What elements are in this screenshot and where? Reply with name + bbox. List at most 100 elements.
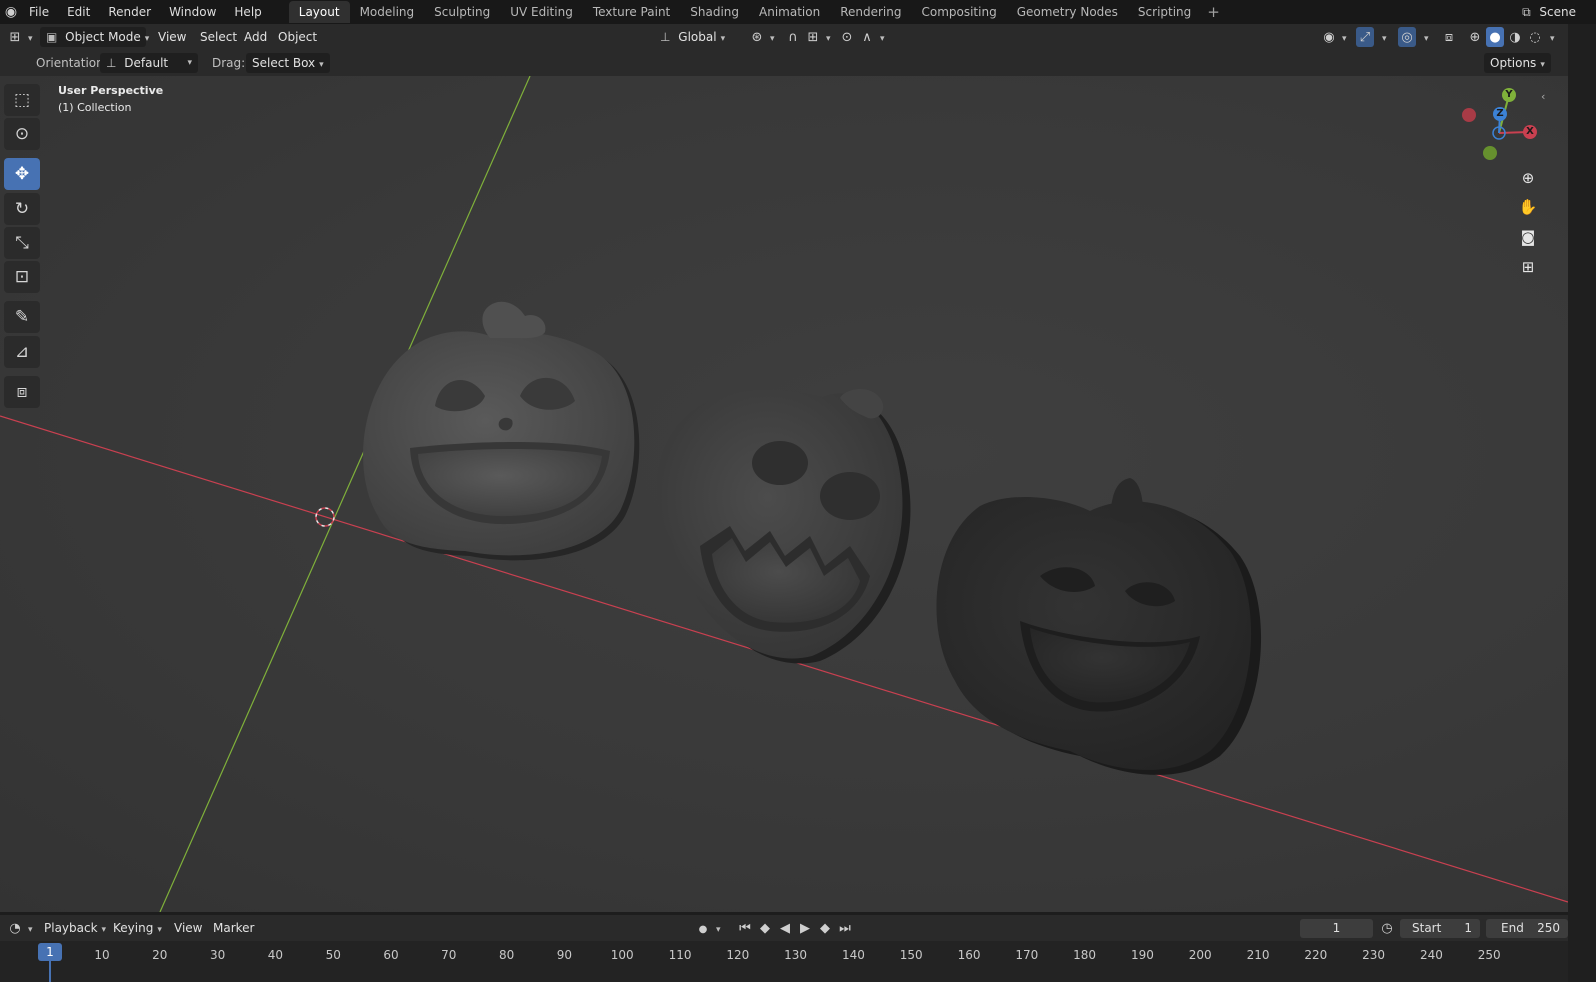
- tab-animation[interactable]: Animation: [749, 1, 830, 23]
- zoom-icon[interactable]: ⊕: [1515, 165, 1541, 191]
- menu-file[interactable]: File: [20, 0, 58, 24]
- ruler-tick-label: 130: [784, 948, 808, 962]
- menu-select[interactable]: Select: [200, 27, 237, 47]
- drag-dropdown[interactable]: Select Box ▾: [246, 53, 330, 73]
- pumpkin-3[interactable]: [936, 478, 1262, 775]
- pan-hand-icon[interactable]: ✋: [1515, 194, 1541, 220]
- gizmo-y-label[interactable]: Y: [1502, 88, 1516, 102]
- record-button[interactable]: ● ▾: [694, 918, 721, 938]
- play-button[interactable]: ▶: [796, 918, 814, 938]
- menu-object[interactable]: Object: [278, 27, 317, 47]
- ruler-tick-label: 150: [899, 948, 923, 962]
- menu-help[interactable]: Help: [225, 0, 270, 24]
- annotate-icon[interactable]: ✎: [4, 301, 40, 333]
- snap-toggle[interactable]: ∩: [784, 27, 802, 47]
- grid-view-icon[interactable]: ⊞: [1515, 254, 1541, 280]
- blender-logo-icon[interactable]: ◉: [2, 3, 20, 21]
- select-box-icon[interactable]: ⬚: [4, 84, 40, 116]
- tab-sculpting[interactable]: Sculpting: [424, 1, 500, 23]
- transform-orientation-dropdown[interactable]: ⊥ Global ▾: [660, 27, 725, 47]
- tab-compositing[interactable]: Compositing: [911, 1, 1006, 23]
- pivot-point-dropdown[interactable]: ⊛ ▾: [748, 27, 775, 47]
- scale-icon[interactable]: ⤡: [4, 227, 40, 259]
- scene-name[interactable]: Scene: [1535, 0, 1596, 24]
- add-workspace-button[interactable]: +: [1201, 3, 1226, 21]
- next-keyframe-button[interactable]: ◆: [816, 918, 834, 938]
- orientation-dropdown[interactable]: ⊥ Default ▾: [100, 53, 198, 73]
- navigation-gizmo[interactable]: [1462, 94, 1531, 160]
- pumpkin-2[interactable]: [657, 388, 911, 664]
- gizmo-x-label[interactable]: X: [1523, 125, 1537, 139]
- menu-edit[interactable]: Edit: [58, 0, 99, 24]
- end-frame-field[interactable]: End 250: [1486, 919, 1568, 938]
- shading-rendered[interactable]: ◌: [1526, 27, 1544, 47]
- menu-timeline-view[interactable]: View: [174, 918, 202, 938]
- chevron-down-icon: ▾: [770, 34, 775, 44]
- tab-rendering[interactable]: Rendering: [830, 1, 911, 23]
- tab-uv-editing[interactable]: UV Editing: [500, 1, 583, 23]
- object-mode-icon: ▣: [46, 30, 58, 44]
- scene-selector-icon[interactable]: ⧉: [1517, 3, 1535, 21]
- gizmo-dropdown[interactable]: ▾: [1378, 27, 1387, 47]
- menu-marker[interactable]: Marker: [213, 918, 254, 938]
- shading-material[interactable]: ◑: [1506, 27, 1524, 47]
- shading-solid[interactable]: ●: [1486, 27, 1504, 47]
- snap-increment-icon: ⊞: [807, 30, 819, 45]
- tab-modeling[interactable]: Modeling: [350, 1, 425, 23]
- playhead[interactable]: 1: [38, 943, 62, 961]
- mode-dropdown[interactable]: ▣ Object Mode ▾: [40, 27, 149, 47]
- xray-toggle[interactable]: ⧈: [1440, 27, 1458, 47]
- camera-icon[interactable]: ◙: [1515, 224, 1541, 250]
- play-reverse-button[interactable]: ◀: [776, 918, 794, 938]
- chevron-down-icon: ▾: [826, 34, 831, 44]
- pumpkin-1[interactable]: [363, 301, 640, 561]
- menu-add[interactable]: Add: [244, 27, 267, 47]
- cursor-icon[interactable]: ⊙: [4, 118, 40, 150]
- transform-icon[interactable]: ⊡: [4, 261, 40, 293]
- menu-window[interactable]: Window: [160, 0, 225, 24]
- gizmo-z-label[interactable]: Z: [1493, 107, 1507, 121]
- ruler-tick-label: 10: [94, 948, 110, 962]
- proportional-edit-icon: ⊙: [841, 30, 853, 45]
- current-frame-field[interactable]: 1: [1300, 919, 1373, 938]
- tab-layout[interactable]: Layout: [288, 1, 350, 23]
- tab-geometry-nodes[interactable]: Geometry Nodes: [1007, 1, 1128, 23]
- shading-wireframe[interactable]: ⊕: [1466, 27, 1484, 47]
- options-dropdown[interactable]: Options ▾: [1484, 53, 1551, 73]
- chevron-down-icon: ▾: [157, 925, 162, 935]
- overlays-toggle[interactable]: ◎: [1398, 27, 1416, 47]
- rotate-icon[interactable]: ↻: [4, 193, 40, 225]
- chevron-down-icon: ▾: [187, 58, 192, 68]
- stopwatch-icon[interactable]: ◷: [1378, 918, 1396, 938]
- gizmos-toggle[interactable]: ⤢: [1356, 27, 1374, 47]
- play-icon: ▶: [800, 921, 810, 936]
- snap-target-dropdown[interactable]: ⊞ ▾: [804, 27, 831, 47]
- jump-start-button[interactable]: ⏮: [736, 918, 754, 938]
- measure-icon[interactable]: ⊿: [4, 336, 40, 368]
- timeline-ruler[interactable]: 1 10 20 30 40 50 60 70 80 90 100 110 120 130 140 150 16…: [0, 941, 1568, 982]
- timeline-editor-type[interactable]: ◔ ▾: [6, 918, 32, 938]
- menu-keying[interactable]: Keying ▾: [113, 918, 162, 938]
- 3d-viewport[interactable]: User Perspective (1) Collection Y Z X ⊕ …: [0, 76, 1568, 912]
- sidebar-toggle-icon[interactable]: ‹: [1541, 90, 1545, 103]
- overlays-dropdown[interactable]: ▾: [1420, 27, 1429, 47]
- tab-texture-paint[interactable]: Texture Paint: [583, 1, 680, 23]
- menu-view[interactable]: View: [158, 27, 186, 47]
- tab-scripting[interactable]: Scripting: [1128, 1, 1201, 23]
- prev-keyframe-button[interactable]: ◆: [756, 918, 774, 938]
- menu-playback[interactable]: Playback ▾: [44, 918, 106, 938]
- shading-dropdown[interactable]: ▾: [1546, 27, 1555, 47]
- editor-type-button[interactable]: ⊞ ▾: [6, 27, 33, 47]
- chevron-down-icon: ▾: [1424, 34, 1429, 44]
- proportional-edit-toggle[interactable]: ⊙: [838, 27, 856, 47]
- ruler-tick-label: 180: [1073, 948, 1097, 962]
- jump-end-button[interactable]: ⏭: [836, 918, 854, 938]
- visibility-dropdown[interactable]: ◉ ▾: [1320, 27, 1346, 47]
- menu-render[interactable]: Render: [99, 0, 160, 24]
- move-icon[interactable]: ✥: [4, 158, 40, 190]
- add-cube-icon[interactable]: ⧈: [4, 376, 40, 408]
- start-frame-field[interactable]: Start 1: [1400, 919, 1480, 938]
- falloff-dropdown[interactable]: ∧ ▾: [858, 27, 884, 47]
- tab-shading[interactable]: Shading: [680, 1, 749, 23]
- ruler-tick-label: 200: [1188, 948, 1212, 962]
